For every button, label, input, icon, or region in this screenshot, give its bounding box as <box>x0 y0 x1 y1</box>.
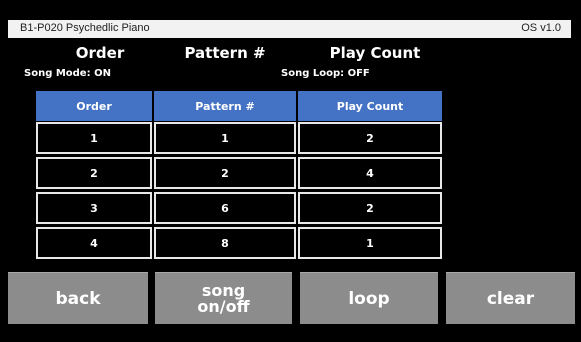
pattern-header: Pattern # <box>184 44 266 62</box>
table-cell-play-count[interactable]: 2 <box>298 122 442 154</box>
table-cell-pattern[interactable]: 8 <box>154 227 296 259</box>
table-cell-order[interactable]: 1 <box>36 122 152 154</box>
loop-button[interactable]: loop <box>300 272 438 324</box>
clear-button[interactable]: clear <box>446 272 575 324</box>
table-cell-play-count[interactable]: 1 <box>298 227 442 259</box>
song-loop-status: Song Loop: OFF <box>281 68 370 79</box>
table-header-order: Order <box>36 91 152 121</box>
table-cell-play-count[interactable]: 4 <box>298 157 442 189</box>
table-cell-play-count[interactable]: 2 <box>298 192 442 224</box>
table-cell-pattern[interactable]: 1 <box>154 122 296 154</box>
table-cell-order[interactable]: 4 <box>36 227 152 259</box>
table-header-pattern: Pattern # <box>154 91 296 121</box>
table-cell-order[interactable]: 2 <box>36 157 152 189</box>
back-button[interactable]: back <box>8 272 148 324</box>
table-cell-pattern[interactable]: 2 <box>154 157 296 189</box>
title-bar: B1-P020 Psychedlic Piano OS v1.0 <box>8 20 571 38</box>
button-bar: back song on/off loop clear <box>0 272 581 324</box>
song-mode-status: Song Mode: ON <box>24 68 111 79</box>
song-toggle-button[interactable]: song on/off <box>155 272 292 324</box>
patch-name: B1-P020 Psychedlic Piano <box>20 22 150 34</box>
order-header: Order <box>75 44 125 62</box>
table-cell-pattern[interactable]: 6 <box>154 192 296 224</box>
play-count-header: Play Count <box>329 44 421 62</box>
os-version: OS v1.0 <box>521 22 561 34</box>
screen: B1-P020 Psychedlic Piano OS v1.0 Order P… <box>0 0 581 342</box>
table-cell-order[interactable]: 3 <box>36 192 152 224</box>
table-header-play-count: Play Count <box>298 91 442 121</box>
